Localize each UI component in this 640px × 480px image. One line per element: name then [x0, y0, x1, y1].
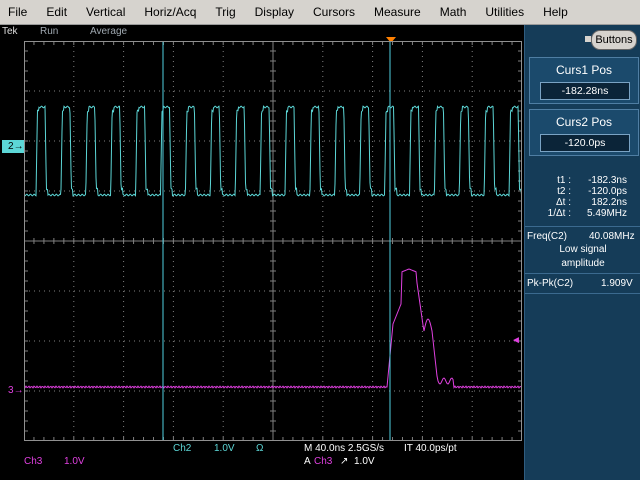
cursor1-title: Curs1 Pos: [555, 63, 613, 77]
ch3-ground-marker[interactable]: 3→: [8, 385, 24, 396]
acquisition-state[interactable]: Run: [40, 26, 58, 37]
trigger-prefix: A: [304, 456, 311, 467]
interpolation-readout[interactable]: IT 40.0ps/pt: [404, 443, 457, 454]
buttons-toggle-button[interactable]: Buttons: [591, 30, 637, 50]
menu-item-cursors[interactable]: Cursors: [305, 0, 366, 24]
divider: [525, 293, 640, 294]
brand-label: Tek: [2, 26, 18, 37]
trigger-level[interactable]: 1.0V: [354, 456, 375, 467]
ch2-ground-marker[interactable]: 2→: [2, 140, 24, 153]
menu-item-trig[interactable]: Trig: [207, 0, 246, 24]
ch3-scale[interactable]: 1.0V: [64, 456, 85, 467]
freq-label: Freq(C2): [527, 231, 568, 242]
status-bar: Tek Run Average: [0, 25, 524, 40]
ch2-label[interactable]: Ch2: [173, 443, 191, 454]
menu-item-utilities[interactable]: Utilities: [477, 0, 535, 24]
trigger-source[interactable]: Ch3: [314, 456, 332, 467]
ch2-coupling[interactable]: Ω: [256, 443, 263, 454]
menu-item-help[interactable]: Help: [535, 0, 579, 24]
waveform-display[interactable]: [24, 41, 522, 441]
cursor2-position-control[interactable]: Curs2 Pos -120.0ps: [529, 109, 639, 156]
ch3-label[interactable]: Ch3: [24, 456, 42, 467]
cursor1-position-control[interactable]: Curs1 Pos -182.28ns: [529, 57, 639, 104]
freq-value: 40.08MHz: [589, 231, 635, 242]
freq-note-line1: Low signal: [559, 244, 607, 255]
menu-item-math[interactable]: Math: [432, 0, 478, 24]
cursor1-value-field[interactable]: -182.28ns: [540, 82, 630, 100]
menu-item-horiz-acq[interactable]: Horiz/Acq: [136, 0, 207, 24]
menu-item-measure[interactable]: Measure: [366, 0, 432, 24]
divider: [525, 226, 640, 227]
cursor2-title: Curs2 Pos: [555, 115, 613, 129]
freq-note-line2: amplitude: [561, 258, 605, 269]
cursor2-value-field[interactable]: -120.0ps: [540, 134, 630, 152]
timebase-readout[interactable]: M 40.0ns 2.5GS/s: [304, 443, 384, 454]
control-panel: Buttons Curs1 Pos -182.28ns Curs2 Pos -1…: [524, 25, 640, 480]
ch2-scale[interactable]: 1.0V: [214, 443, 235, 454]
pkpk-label: Pk-Pk(C2): [527, 278, 574, 289]
menu-item-display[interactable]: Display: [247, 0, 305, 24]
menu-item-file[interactable]: File: [0, 0, 38, 24]
menu-bar: File Edit Vertical Horiz/Acq Trig Display Curs…: [0, 0, 640, 25]
divider: [525, 273, 640, 274]
acquisition-mode[interactable]: Average: [90, 26, 127, 37]
readout-inverse-delta-t: 1/Δt :5.49MHz: [547, 208, 627, 219]
menu-item-edit[interactable]: Edit: [38, 0, 78, 24]
pkpk-value: 1.909V: [601, 278, 633, 289]
trigger-level-marker[interactable]: ◄: [511, 335, 521, 346]
menu-item-vertical[interactable]: Vertical: [78, 0, 136, 24]
trigger-slope-icon[interactable]: ↗: [340, 456, 348, 467]
